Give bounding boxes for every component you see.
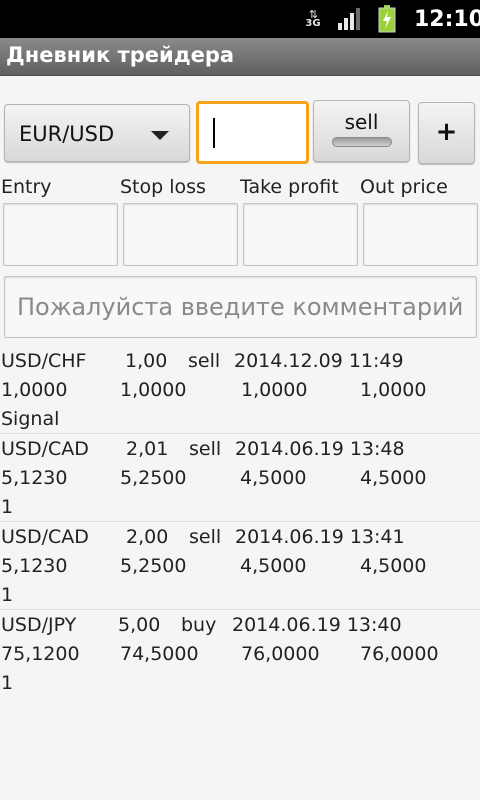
- direction-toggle-label: sell: [344, 110, 379, 134]
- stop-loss-input[interactable]: [123, 203, 238, 266]
- signal-strength-icon: [338, 0, 364, 38]
- trade-out-price: 76,0000: [360, 643, 439, 665]
- trade-comment: Signal: [1, 408, 60, 430]
- dropdown-arrow-icon: [151, 131, 169, 140]
- trade-entry: 5,1230: [1, 467, 68, 489]
- clock: 12:10: [414, 6, 480, 32]
- trade-pair: USD/CAD: [1, 526, 89, 548]
- trade-entry: 1,0000: [1, 379, 68, 401]
- trade-datetime: 2014.06.19 13:48: [235, 438, 405, 460]
- volume-input[interactable]: [196, 101, 309, 164]
- trade-stop-loss: 74,5000: [120, 643, 199, 665]
- trade-datetime: 2014.12.09 11:49: [234, 350, 404, 372]
- trade-pair: USD/CAD: [1, 438, 89, 460]
- out-price-input[interactable]: [363, 203, 478, 266]
- entry-input[interactable]: [3, 203, 118, 266]
- battery-charging-icon: [378, 0, 396, 38]
- trade-pair: USD/JPY: [1, 614, 77, 636]
- trade-stop-loss: 1,0000: [120, 379, 187, 401]
- trade-stop-loss: 5,2500: [120, 555, 187, 577]
- take-profit-label: Take profit: [240, 176, 339, 198]
- app-title: Дневник трейдера: [6, 43, 235, 67]
- comment-input[interactable]: Пожалуйста введите комментарий: [4, 276, 477, 338]
- toggle-indicator: [332, 137, 392, 147]
- trade-comment: 1: [1, 672, 14, 694]
- trade-take-profit: 76,0000: [241, 643, 320, 665]
- trade-pair: USD/CHF: [1, 350, 87, 372]
- add-trade-button[interactable]: +: [418, 102, 475, 164]
- trade-volume: 2,00: [126, 526, 169, 548]
- title-bar: Дневник трейдера: [0, 38, 480, 76]
- trade-datetime: 2014.06.19 13:40: [232, 614, 402, 636]
- comment-placeholder: Пожалуйста введите комментарий: [17, 293, 464, 321]
- trade-row[interactable]: USD/CAD 2,01 sell 2014.06.19 13:48 5,123…: [0, 434, 480, 522]
- stop-loss-label: Stop loss: [120, 176, 206, 198]
- currency-pair-value: EUR/USD: [19, 122, 115, 146]
- trade-out-price: 1,0000: [360, 379, 427, 401]
- trade-entry: 5,1230: [1, 555, 68, 577]
- trade-direction: buy: [181, 614, 217, 636]
- trade-take-profit: 4,5000: [240, 467, 307, 489]
- out-price-label: Out price: [360, 176, 448, 198]
- trade-comment: 1: [1, 584, 14, 606]
- text-cursor: [213, 118, 215, 148]
- trade-take-profit: 1,0000: [241, 379, 308, 401]
- take-profit-input[interactable]: [243, 203, 358, 266]
- trade-direction: sell: [189, 526, 222, 548]
- trade-row[interactable]: USD/CAD 2,00 sell 2014.06.19 13:41 5,123…: [0, 522, 480, 610]
- trades-list[interactable]: USD/CHF 1,00 sell 2014.12.09 11:49 1,000…: [0, 346, 480, 698]
- trade-row[interactable]: USD/CHF 1,00 sell 2014.12.09 11:49 1,000…: [0, 346, 480, 434]
- network-type-label: 3G: [305, 18, 321, 29]
- trade-take-profit: 4,5000: [240, 555, 307, 577]
- direction-toggle-button[interactable]: sell: [313, 100, 410, 162]
- trade-out-price: 4,5000: [360, 467, 427, 489]
- trade-out-price: 4,5000: [360, 555, 427, 577]
- trade-stop-loss: 5,2500: [120, 467, 187, 489]
- trade-datetime: 2014.06.19 13:41: [235, 526, 405, 548]
- entry-label: Entry: [1, 176, 52, 198]
- trade-direction: sell: [188, 350, 221, 372]
- trade-volume: 2,01: [126, 438, 169, 460]
- trade-entry: 75,1200: [1, 643, 80, 665]
- add-icon: +: [435, 117, 458, 147]
- network-3g-icon: ⇅ 3G: [302, 0, 324, 38]
- trade-comment: 1: [1, 496, 14, 518]
- currency-pair-spinner[interactable]: EUR/USD: [4, 104, 190, 162]
- trade-row[interactable]: USD/JPY 5,00 buy 2014.06.19 13:40 75,120…: [0, 610, 480, 698]
- trade-direction: sell: [189, 438, 222, 460]
- trade-volume: 1,00: [125, 350, 168, 372]
- trade-volume: 5,00: [118, 614, 161, 636]
- status-bar: ⇅ 3G 12:10: [0, 0, 480, 38]
